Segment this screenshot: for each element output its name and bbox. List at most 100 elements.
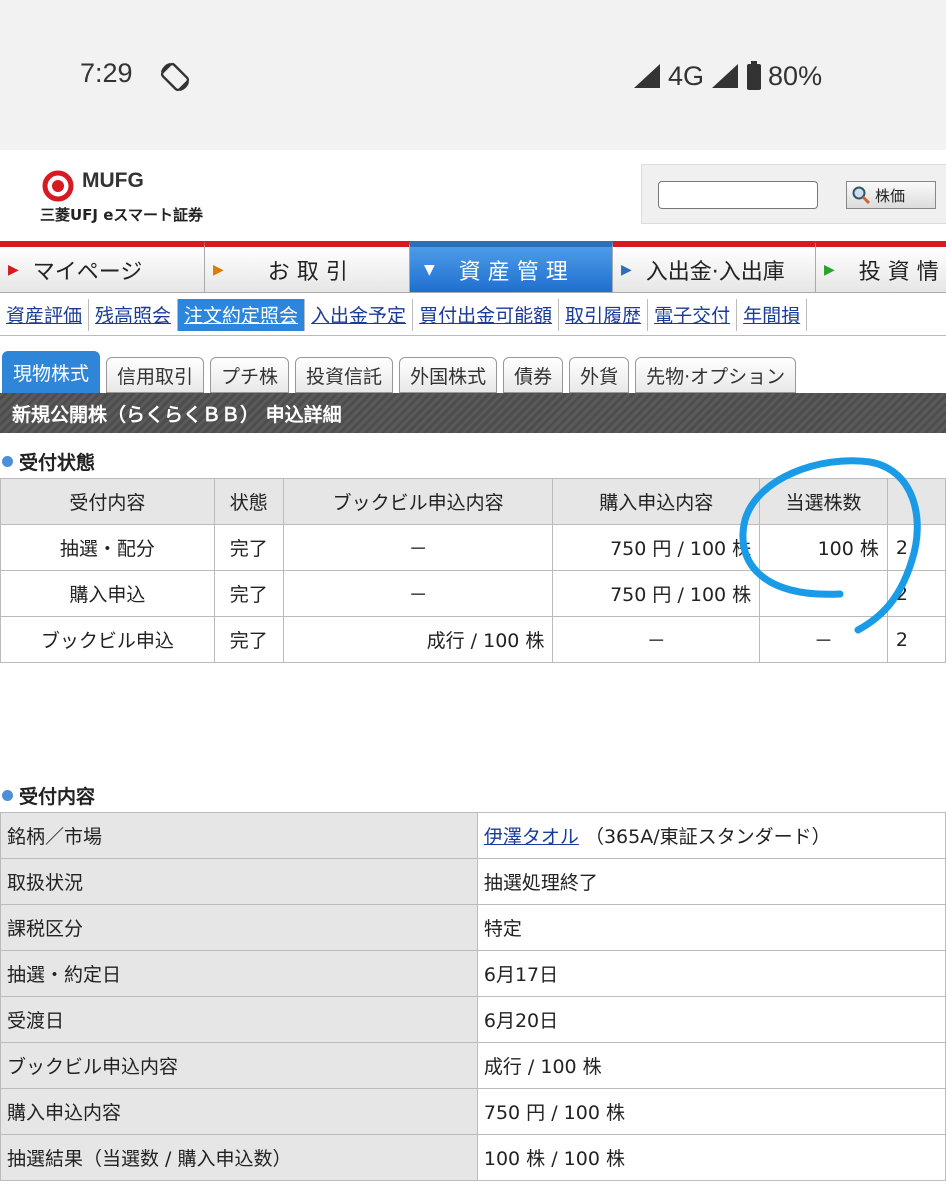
table-row: ブックビル申込 完了 成行 / 100 株 － － 2: [0, 616, 946, 663]
table-row: 課税区分 特定: [0, 904, 946, 951]
table-cell: 750 円 / 100 株: [552, 570, 761, 617]
bullet-icon: [2, 456, 13, 467]
main-nav: ▶ マイページ ▶ お 取 引 ▼ 資 産 管 理 ▶ 入出金·入出庫 ▶ 投 …: [0, 241, 946, 293]
arrow-right-icon: ▶: [213, 261, 224, 278]
column-header: 購入申込内容: [552, 478, 761, 525]
arrow-down-icon: ▼: [424, 261, 435, 278]
network-type: 4G: [668, 60, 705, 91]
section-heading-text: 受付内容: [19, 786, 96, 808]
table-cell: 抽選・配分: [0, 524, 215, 571]
detail-label: 抽選結果（当選数 / 購入申込数）: [0, 1134, 478, 1181]
detail-value: 100 株 / 100 株: [476, 1134, 946, 1181]
stock-market: （365A/東証スタンダード）: [584, 826, 831, 848]
page-title: 新規公開株（らくらくＢＢ） 申込詳細: [0, 393, 946, 433]
table-cell: 完了: [213, 616, 284, 663]
battery-icon: [747, 61, 762, 90]
signal-icon: [634, 64, 660, 88]
logo-text: MUFG: [82, 169, 144, 192]
detail-value: 6月17日: [476, 950, 946, 997]
detail-label: 購入申込内容: [0, 1088, 478, 1135]
detail-label: 受渡日: [0, 996, 478, 1043]
subnav-order-inquiry[interactable]: 注文約定照会: [178, 298, 306, 331]
detail-label: 取扱状況: [0, 858, 478, 905]
section-heading-text: 受付状態: [19, 452, 96, 474]
arrow-right-icon: ▶: [8, 261, 19, 278]
table-row: 取扱状況 抽選処理終了: [0, 858, 946, 905]
column-header: [886, 478, 946, 525]
site-header: MUFG 三菱UFJ eスマート証券 株価: [0, 150, 946, 242]
table-cell: －: [282, 570, 554, 617]
search-icon: [852, 186, 871, 205]
table-cell: 750 円 / 100 株: [552, 524, 761, 571]
column-header: 状態: [213, 478, 284, 525]
tab-bonds[interactable]: 債券: [503, 357, 564, 393]
tab-foreign-stock[interactable]: 外国株式: [399, 357, 498, 393]
nav-deposit-withdraw[interactable]: ▶ 入出金·入出庫: [613, 241, 816, 293]
subnav-e-delivery[interactable]: 電子交付: [648, 298, 738, 331]
table-row: ブックビル申込内容 成行 / 100 株: [0, 1042, 946, 1089]
nav-investment-info[interactable]: ▶ 投 資 情: [816, 241, 946, 293]
detail-value: 特定: [476, 904, 946, 951]
table-cell: －: [552, 616, 761, 663]
table-cell: －: [282, 524, 554, 571]
table-cell: 成行 / 100 株: [282, 616, 554, 663]
tab-futures-options[interactable]: 先物·オプション: [635, 357, 797, 393]
arrow-right-icon: ▶: [621, 261, 632, 278]
subnav-trade-history[interactable]: 取引履歴: [559, 298, 649, 331]
stock-name-link[interactable]: 伊澤タオル: [484, 826, 579, 848]
table-cell: ブックビル申込: [0, 616, 215, 663]
column-header: ブックビル申込内容: [282, 478, 554, 525]
nav-trade[interactable]: ▶ お 取 引: [205, 241, 410, 293]
product-tabs: 現物株式 信用取引 プチ株 投資信託 外国株式 債券 外貨 先物·オプション: [0, 348, 946, 393]
stock-price-search-button[interactable]: 株価: [846, 181, 936, 209]
signal-icon-2: [712, 64, 739, 88]
subnav-buying-power[interactable]: 買付出金可能額: [413, 298, 560, 331]
logo-subtitle: 三菱UFJ eスマート証券: [40, 206, 203, 224]
nav-label: マイページ: [32, 259, 143, 285]
table-row: 購入申込 完了 － 750 円 / 100 株 2: [0, 570, 946, 617]
table-cell: 2: [886, 570, 946, 617]
tab-margin-trading[interactable]: 信用取引: [106, 357, 205, 393]
subnav-asset-valuation[interactable]: 資産評価: [0, 298, 90, 331]
detail-value: 成行 / 100 株: [476, 1042, 946, 1089]
detail-label: 課税区分: [0, 904, 478, 951]
tab-investment-trust[interactable]: 投資信託: [295, 357, 394, 393]
detail-label: ブックビル申込内容: [0, 1042, 478, 1089]
nav-label: お 取 引: [267, 259, 348, 285]
table-cell: 2: [886, 616, 946, 663]
table-cell: 2: [886, 524, 946, 571]
search-input[interactable]: [658, 181, 818, 209]
nav-asset-management[interactable]: ▼ 資 産 管 理: [410, 241, 613, 293]
arrow-right-icon: ▶: [824, 261, 835, 278]
sub-nav: 資産評価 残高照会 注文約定照会 入出金予定 買付出金可能額 取引履歴 電子交付…: [0, 294, 946, 336]
table-row: 銘柄／市場 伊澤タオル （365A/東証スタンダード）: [0, 812, 946, 859]
detail-value: 6月20日: [476, 996, 946, 1043]
nav-label: 入出金·入出庫: [645, 259, 785, 285]
stock-search: 株価: [641, 164, 946, 224]
table-row: 抽選・約定日 6月17日: [0, 950, 946, 997]
auto-rotate-icon: [160, 62, 190, 92]
subnav-annual-report[interactable]: 年間損: [737, 298, 808, 331]
detail-value: 伊澤タオル （365A/東証スタンダード）: [476, 812, 946, 859]
nav-mypage[interactable]: ▶ マイページ: [0, 241, 205, 293]
table-cell: 完了: [213, 524, 284, 571]
subnav-balance-inquiry[interactable]: 残高照会: [89, 298, 179, 331]
subnav-deposit-schedule[interactable]: 入出金予定: [305, 298, 414, 331]
mufg-logo-icon: [42, 170, 74, 202]
table-row: 受渡日 6月20日: [0, 996, 946, 1043]
section-heading-detail: 受付内容: [2, 782, 95, 809]
detail-value: 抽選処理終了: [476, 858, 946, 905]
table-row: 抽選結果（当選数 / 購入申込数） 100 株 / 100 株: [0, 1134, 946, 1181]
tab-domestic-stock[interactable]: 現物株式: [2, 351, 101, 393]
search-button-label: 株価: [875, 186, 906, 205]
table-row: 抽選・配分 完了 － 750 円 / 100 株 100 株 2: [0, 524, 946, 571]
tab-foreign-currency[interactable]: 外貨: [569, 357, 630, 393]
section-heading-status: 受付状態: [2, 448, 95, 475]
reception-detail-table: 銘柄／市場 伊澤タオル （365A/東証スタンダード） 取扱状況 抽選処理終了 …: [0, 812, 946, 1181]
tab-petit-stock[interactable]: プチ株: [210, 357, 290, 393]
status-time: 7:29: [80, 58, 133, 88]
column-header: 受付内容: [0, 478, 215, 525]
detail-value: 750 円 / 100 株: [476, 1088, 946, 1135]
table-cell: －: [759, 616, 888, 663]
table-row: 購入申込内容 750 円 / 100 株: [0, 1088, 946, 1135]
